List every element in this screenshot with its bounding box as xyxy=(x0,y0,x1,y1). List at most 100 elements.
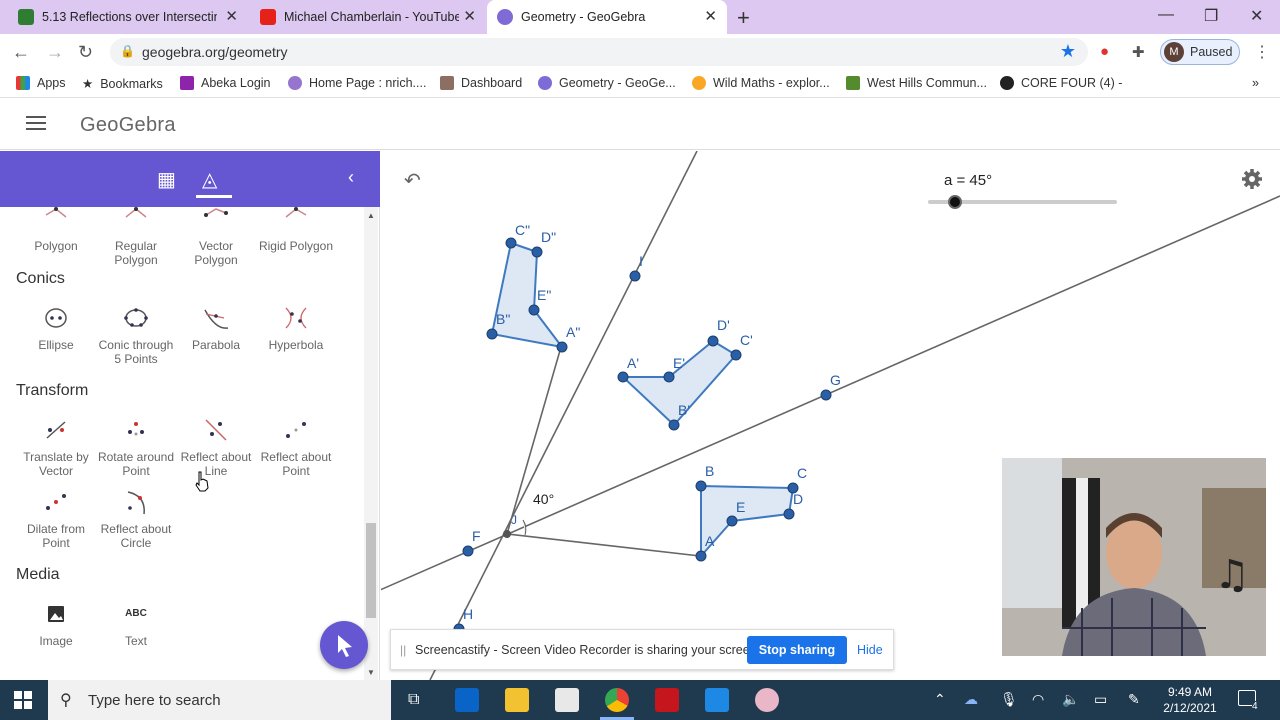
conic-five-points-icon xyxy=(124,308,148,327)
stop-sharing-button[interactable]: Stop sharing xyxy=(747,636,847,664)
line-ih[interactable] xyxy=(429,151,698,680)
bookmark-bookmarks[interactable]: ★ Bookmarks xyxy=(82,76,163,92)
bookmark-label: Bookmarks xyxy=(100,76,163,91)
tool-reflect-about-point[interactable]: Reflect about Point xyxy=(256,416,336,478)
battery-icon[interactable]: ▭ xyxy=(1094,691,1107,708)
geogebra-header: GeoGebra xyxy=(0,98,1280,150)
bookmark-core-four[interactable]: CORE FOUR (4) - xyxy=(1000,76,1122,90)
task-view-icon[interactable]: ⧉ xyxy=(408,691,419,709)
profile-button[interactable]: M Paused xyxy=(1160,39,1240,65)
browser-toolbar: ← → ↻ 🔒 geogebra.org/geometry ★ ● ✚ M Pa… xyxy=(0,34,1280,70)
bookmark-west-hills[interactable]: West Hills Commun... xyxy=(846,76,987,90)
extensions-puzzle-icon[interactable]: ✚ xyxy=(1132,43,1145,61)
close-tab-icon[interactable]: ✕ xyxy=(463,9,476,25)
acrobat-icon[interactable] xyxy=(655,688,679,712)
restore-icon[interactable]: ❐ xyxy=(1204,6,1218,26)
onedrive-icon[interactable]: ☁ xyxy=(964,691,978,708)
tool-conic-5-points[interactable]: Conic through 5 Points xyxy=(96,304,176,366)
store-icon[interactable] xyxy=(555,688,579,712)
bookmark-geometry[interactable]: Geometry - GeoGe... xyxy=(538,76,676,90)
wifi-icon[interactable]: ◠ xyxy=(1032,691,1044,708)
bookmark-label: CORE FOUR (4) - xyxy=(1021,76,1123,90)
tool-vector-polygon[interactable]: Vector Polygon xyxy=(176,207,256,267)
tool-rigid-polygon[interactable]: Rigid Polygon xyxy=(256,207,336,253)
bookmark-abeka[interactable]: Abeka Login xyxy=(180,76,271,90)
chrome-icon[interactable] xyxy=(605,688,629,712)
bookmark-star-icon[interactable]: ★ xyxy=(1060,41,1076,62)
dashboard-icon xyxy=(440,76,454,90)
tool-hyperbola[interactable]: Hyperbola xyxy=(256,304,336,352)
tool-polygon[interactable]: Polygon xyxy=(16,207,96,253)
tool-rotate-around-point[interactable]: Rotate around Point xyxy=(96,416,176,478)
calculator-icon[interactable]: ▦ xyxy=(157,167,176,192)
microphone-icon[interactable]: 🎙 xyxy=(1000,691,1018,708)
bookmark-apps[interactable]: Apps xyxy=(16,76,66,90)
tool-translate-by-vector[interactable]: Translate by Vector xyxy=(16,416,96,478)
tool-label: Rotate around Point xyxy=(97,450,175,478)
taskbar-search-box[interactable]: ⚲ Type here to search xyxy=(48,680,391,720)
pen-icon[interactable]: ✎ xyxy=(1128,691,1140,708)
bookmark-nrich[interactable]: Home Page : nrich.... xyxy=(288,76,426,90)
search-placeholder: Type here to search xyxy=(88,692,221,709)
close-tab-icon[interactable]: ✕ xyxy=(704,9,717,25)
chrome-menu-icon[interactable]: ⋮ xyxy=(1254,42,1270,62)
tool-text[interactable]: ABC Text xyxy=(96,600,176,648)
back-icon[interactable]: ← xyxy=(12,42,30,63)
geometry-tools-icon[interactable]: ◬ xyxy=(202,167,217,192)
section-media: Media xyxy=(16,566,60,583)
label-e2: E" xyxy=(537,287,551,303)
screencastify-extension-icon[interactable]: ● xyxy=(1100,43,1109,60)
label-d1: D' xyxy=(717,317,730,333)
forward-icon[interactable]: → xyxy=(46,42,64,63)
whiteboard-icon[interactable] xyxy=(705,688,729,712)
paint-icon[interactable] xyxy=(755,688,779,712)
drag-handle-icon[interactable]: || xyxy=(400,643,406,657)
outlook-icon[interactable] xyxy=(455,688,479,712)
tab-reflections[interactable]: 5.13 Reflections over Intersecting ✕ xyxy=(8,0,248,34)
file-explorer-icon[interactable] xyxy=(505,688,529,712)
tool-image[interactable]: Image xyxy=(16,600,96,648)
tools-scrollbar[interactable]: ▲ ▼ xyxy=(364,207,378,680)
hide-button[interactable]: Hide xyxy=(857,643,883,657)
tool-label: Rigid Polygon xyxy=(258,239,334,253)
address-bar[interactable]: 🔒 geogebra.org/geometry ★ xyxy=(110,38,1088,66)
more-bookmarks-button[interactable]: » xyxy=(1252,76,1259,90)
undo-icon[interactable]: ↶ xyxy=(404,168,421,193)
minimize-icon[interactable]: — xyxy=(1158,6,1174,24)
point-j[interactable] xyxy=(503,530,511,538)
tool-reflect-about-line[interactable]: Reflect about Line xyxy=(176,416,256,478)
bookmark-wild-maths[interactable]: Wild Maths - explor... xyxy=(692,76,830,90)
tool-label: Vector Polygon xyxy=(194,239,238,267)
taskbar-clock[interactable]: 9:49 AM 2/12/2021 xyxy=(1160,684,1220,716)
move-tool-button[interactable] xyxy=(320,621,368,669)
bookmark-label: Apps xyxy=(37,76,66,90)
close-tab-icon[interactable]: ✕ xyxy=(225,9,238,25)
label-d: D xyxy=(793,491,803,507)
segment-j-a xyxy=(506,533,701,557)
polygon-original[interactable] xyxy=(700,485,794,557)
scroll-up-icon[interactable]: ▲ xyxy=(367,211,375,220)
scroll-down-icon[interactable]: ▼ xyxy=(367,668,375,677)
hamburger-menu-icon[interactable] xyxy=(26,116,46,130)
volume-icon[interactable]: 🔈 xyxy=(1062,691,1079,708)
reload-icon[interactable]: ↻ xyxy=(78,42,93,63)
new-tab-icon[interactable]: + xyxy=(737,5,750,31)
windows-start-icon[interactable] xyxy=(14,691,32,709)
polygon-double-prime[interactable] xyxy=(491,242,563,348)
label-c1: C' xyxy=(740,332,753,348)
show-hidden-icons-icon[interactable]: ⌃ xyxy=(934,691,946,708)
slider-handle[interactable] xyxy=(948,195,962,209)
tool-regular-polygon[interactable]: Regular Polygon xyxy=(96,207,176,267)
settings-gear-icon[interactable] xyxy=(1241,168,1263,190)
tab-geogebra[interactable]: Geometry - GeoGebra ✕ xyxy=(487,0,727,34)
bookmark-dashboard[interactable]: Dashboard xyxy=(440,76,522,90)
section-conics: Conics xyxy=(16,270,65,287)
tool-ellipse[interactable]: Ellipse xyxy=(16,304,96,352)
tool-dilate-from-point[interactable]: Dilate from Point xyxy=(16,488,96,550)
scrollbar-thumb[interactable] xyxy=(366,523,376,618)
tool-parabola[interactable]: Parabola xyxy=(176,304,256,352)
tool-reflect-about-circle[interactable]: Reflect about Circle xyxy=(96,488,176,550)
close-window-icon[interactable]: ✕ xyxy=(1250,6,1263,26)
collapse-panel-icon[interactable]: ‹ xyxy=(348,167,354,188)
tab-youtube[interactable]: Michael Chamberlain - YouTube ✕ xyxy=(250,0,486,34)
